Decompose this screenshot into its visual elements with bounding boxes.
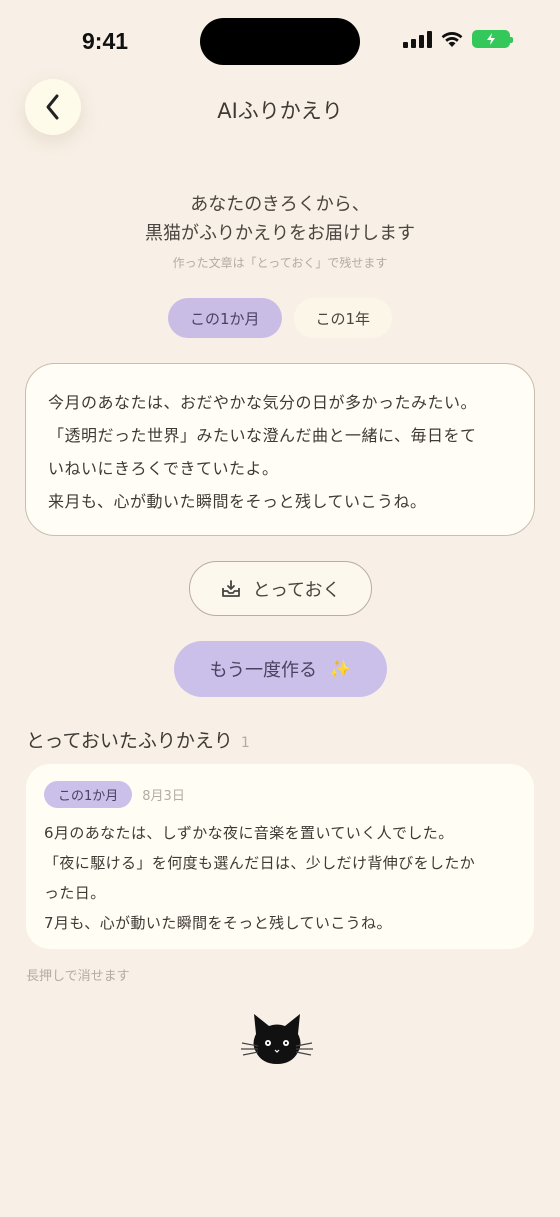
status-icons — [403, 30, 513, 48]
saved-line: 6月のあなたは、しずかな夜に音楽を置いていく人でした。 — [44, 824, 454, 842]
status-time: 9:41 — [82, 28, 129, 54]
regenerate-button[interactable]: もう一度作る ✨ — [174, 641, 387, 697]
inbox-download-icon — [222, 579, 241, 597]
saved-line: 7月も、心が動いた瞬間をそっと残していこうね。 — [44, 914, 392, 932]
page-title: AIふりかえり — [217, 99, 343, 123]
period-tabs: この1か月 この1年 — [0, 298, 560, 338]
intro-note: 作った文章は「とっておく」で残せます — [172, 256, 388, 270]
status-bar: 9:41 — [0, 0, 560, 80]
regenerate-button-label: もう一度作る — [209, 660, 318, 681]
result-line: 「透明だった世界」みたいな澄んだ曲と一緒に、毎日をて — [48, 426, 477, 445]
intro-section: あなたのきろくから、 黒猫がふりかえりをお届けします 作った文章は「とっておく」… — [0, 190, 560, 271]
tab-this-year[interactable]: この1年 — [293, 298, 393, 338]
saved-section-heading: とっておいたふりかえり 1 — [26, 726, 250, 753]
dynamic-island — [200, 18, 360, 65]
save-button-label: とっておく — [252, 579, 341, 601]
delete-hint: 長押しで消せます — [26, 969, 130, 984]
save-button[interactable]: とっておく — [189, 561, 372, 616]
black-cat-icon — [240, 1010, 314, 1072]
saved-card-meta: この1か月 8月3日 — [44, 781, 516, 808]
intro-line-1: あなたのきろくから、 — [190, 194, 370, 215]
saved-date: 8月3日 — [142, 789, 185, 804]
result-line: いねいにきろくできていたよ。 — [48, 459, 279, 478]
result-line: 来月も、心が動いた瞬間をそっと残していこうね。 — [48, 492, 427, 511]
wifi-icon — [441, 32, 463, 47]
intro-line-2: 黒猫がふりかえりをお届けします — [145, 223, 415, 244]
saved-line: った日。 — [44, 884, 106, 902]
signal-icon — [403, 30, 432, 48]
tab-this-month[interactable]: この1か月 — [167, 298, 282, 338]
sparkles-icon: ✨ — [329, 658, 352, 680]
battery-icon — [472, 30, 513, 48]
saved-section-title: とっておいたふりかえり — [26, 730, 233, 752]
saved-period-tag: この1か月 — [44, 781, 133, 808]
saved-count: 1 — [240, 735, 250, 751]
reflection-result-card: 今月のあなたは、おだやかな気分の日が多かったみたい。 「透明だった世界」みたいな… — [25, 363, 535, 536]
result-line: 今月のあなたは、おだやかな気分の日が多かったみたい。 — [48, 393, 478, 412]
saved-reflection-card[interactable]: この1か月 8月3日 6月のあなたは、しずかな夜に音楽を置いていく人でした。 「… — [26, 764, 534, 949]
saved-line: 「夜に駆ける」を何度も選んだ日は、少しだけ背伸びをしたか — [44, 854, 476, 872]
